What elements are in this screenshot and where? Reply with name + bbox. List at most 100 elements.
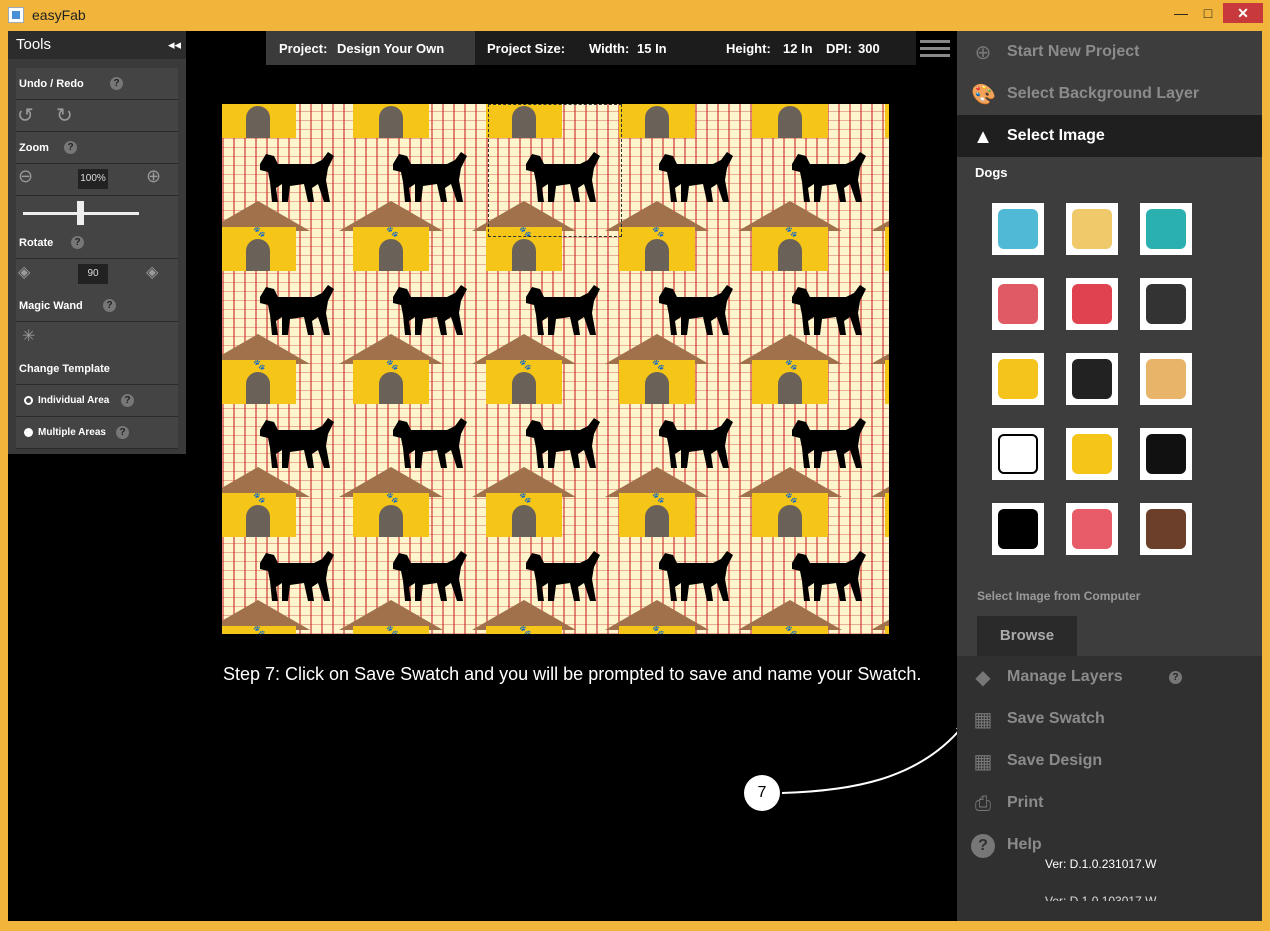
dog-bowl-red-icon (998, 284, 1038, 324)
save-design-button[interactable]: ▦ Save Design (957, 740, 1262, 782)
app-window: easyFab — □ ✕ Tools ◂◂ Undo / Redo ? ↺ ↻… (0, 0, 1270, 931)
design-canvas[interactable]: 🐾🐾🐾🐾🐾🐾🐾🐾🐾🐾🐾🐾🐾🐾🐾🐾🐾🐾🐾🐾🐾🐾🐾🐾🐾🐾🐾🐾🐾🐾🐾🐾🐾🐾🐾🐾🐾🐾🐾🐾… (222, 104, 889, 634)
zoom-slider-row (16, 196, 178, 228)
image-thumbnail[interactable] (1140, 203, 1192, 255)
step-instruction: Step 7: Click on Save Swatch and you wil… (223, 664, 922, 684)
manage-layers-label: Manage Layers (1007, 668, 1123, 685)
width-value: 15 In (637, 41, 667, 56)
dog-silhouette-icon (389, 277, 469, 339)
zoom-help-icon[interactable]: ? (64, 141, 77, 154)
image-thumbnail[interactable] (1066, 203, 1118, 255)
image-thumbnail[interactable] (1066, 428, 1118, 480)
zoom-out-icon[interactable]: ⊖ (18, 166, 33, 187)
image-thumbnail[interactable] (1066, 353, 1118, 405)
selection-box[interactable] (488, 104, 622, 237)
individual-area-help-icon[interactable]: ? (121, 394, 134, 407)
dog-silhouette-icon (655, 144, 735, 206)
undo-redo-buttons-row: ↺ ↻ (16, 100, 178, 132)
image-thumbnail[interactable] (992, 503, 1044, 555)
start-new-project-button[interactable]: ⊕ Start New Project (957, 31, 1262, 73)
tools-header: Tools ◂◂ (8, 31, 186, 59)
image-thumbnail[interactable] (1066, 278, 1118, 330)
image-thumbnail[interactable] (1140, 428, 1192, 480)
dog-collar-red-icon (1072, 284, 1112, 324)
dog-face-icon (1146, 359, 1186, 399)
image-thumbnail[interactable] (1066, 503, 1118, 555)
palette-icon: 🎨 (971, 84, 996, 106)
minimize-button[interactable]: — (1168, 3, 1194, 23)
dog-silhouette-icon (256, 410, 336, 472)
project-label: Project: (279, 41, 328, 56)
manage-layers-help-icon[interactable]: ? (1169, 671, 1182, 684)
image-thumbnail[interactable] (992, 278, 1044, 330)
grid-check-icon: ▦ (973, 709, 993, 731)
zoom-slider-thumb[interactable] (77, 201, 84, 225)
dog-silhouette-icon (788, 543, 868, 605)
help-label: Help (1007, 836, 1042, 853)
maximize-button[interactable]: □ (1195, 3, 1221, 23)
dog-outline-icon (998, 434, 1038, 474)
individual-area-radio[interactable] (24, 396, 33, 405)
zoom-label: Zoom (19, 142, 49, 154)
version-label: Ver: D.1.0.231017.W (1045, 857, 1157, 871)
save-swatch-button[interactable]: ▦ Save Swatch (957, 698, 1262, 740)
rotate-left-icon[interactable]: ◈ (18, 262, 30, 282)
image-thumbnail[interactable] (1140, 278, 1192, 330)
image-thumbnail[interactable] (1140, 503, 1192, 555)
start-new-project-label: Start New Project (1007, 43, 1140, 60)
rotate-right-icon[interactable]: ◈ (146, 262, 158, 282)
dog-silhouette-icon (522, 410, 602, 472)
dog-silhouette-icon (256, 144, 336, 206)
title-bar: easyFab — □ ✕ (0, 0, 1270, 31)
print-button[interactable]: ⎙ Print (957, 782, 1262, 824)
select-from-computer-label: Select Image from Computer (977, 589, 1141, 603)
multiple-areas-label: Multiple Areas (38, 427, 106, 438)
image-thumbnail[interactable] (992, 428, 1044, 480)
undo-icon[interactable]: ↺ (17, 103, 34, 128)
multiple-areas-row[interactable]: Multiple Areas ? (16, 417, 178, 449)
magic-wand-icon[interactable]: ✳ (22, 326, 35, 346)
project-size-label: Project Size: (487, 41, 566, 56)
dog-silhouette-icon (788, 144, 868, 206)
rotate-help-icon[interactable]: ? (71, 236, 84, 249)
menu-icon[interactable] (920, 40, 950, 57)
dog-food-bag-icon (1072, 209, 1112, 249)
height-value: 12 In (783, 41, 813, 56)
zoom-value[interactable]: 100% (78, 169, 108, 189)
rotate-value[interactable]: 90 (78, 264, 108, 284)
magic-wand-tool-row: ✳ (16, 322, 178, 354)
tools-title: Tools (16, 36, 52, 53)
select-background-layer-button[interactable]: 🎨 Select Background Layer (957, 73, 1262, 115)
layers-icon: ◆ (975, 667, 991, 689)
doghouse-yellow-icon (1072, 434, 1112, 474)
height-label: Height: (726, 41, 771, 56)
step-callout: 7 (744, 775, 780, 811)
dog-silhouette-icon (655, 543, 735, 605)
zoom-in-icon[interactable]: ⊕ (146, 166, 161, 187)
multiple-areas-help-icon[interactable]: ? (116, 426, 129, 439)
dog-silhouette-icon (788, 410, 868, 472)
redo-icon[interactable]: ↻ (56, 103, 73, 128)
plus-circle-icon: ⊕ (974, 42, 992, 64)
change-template-row: Change Template (16, 353, 178, 385)
dog-silhouette-icon (389, 543, 469, 605)
dog-silhouette-icon (522, 543, 602, 605)
multiple-areas-radio[interactable] (24, 428, 33, 437)
width-label: Width: (589, 41, 630, 56)
undo-redo-help-icon[interactable]: ? (110, 77, 123, 90)
magic-wand-help-icon[interactable]: ? (103, 299, 116, 312)
collapse-icon[interactable]: ◂◂ (168, 37, 181, 53)
manage-layers-button[interactable]: ◆ Manage Layers ? (957, 656, 1262, 698)
image-thumbnail[interactable] (992, 353, 1044, 405)
browse-button[interactable]: Browse (977, 616, 1077, 656)
shapes-icon: ▲ (973, 126, 993, 148)
select-image-button[interactable]: ▲ Select Image (957, 115, 1262, 157)
individual-area-row[interactable]: Individual Area ? (16, 385, 178, 417)
close-button[interactable]: ✕ (1223, 3, 1263, 23)
medicine-bottle-icon (1146, 209, 1186, 249)
image-thumbnail[interactable] (1140, 353, 1192, 405)
dog-silhouette-icon (256, 277, 336, 339)
undo-redo-row: Undo / Redo ? (16, 68, 178, 100)
change-template-label: Change Template (19, 363, 110, 375)
image-thumbnail[interactable] (992, 203, 1044, 255)
